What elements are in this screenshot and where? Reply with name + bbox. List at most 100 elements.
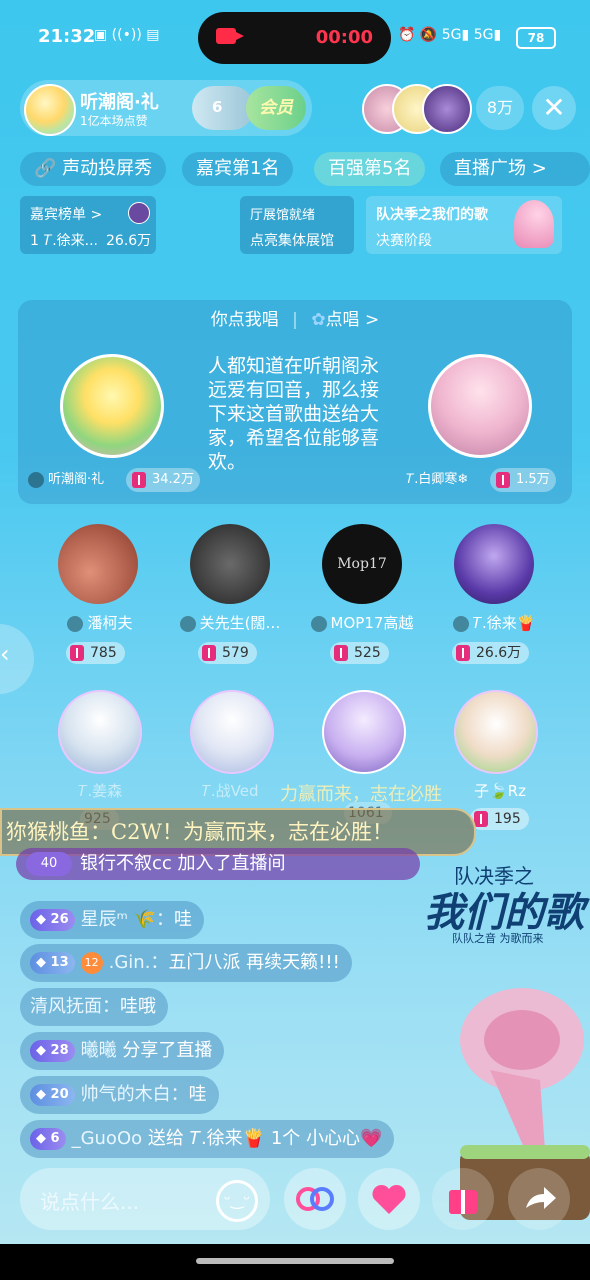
mic-seat-avatar[interactable] bbox=[190, 690, 274, 774]
mic-seat-name: MOP17高越 bbox=[302, 612, 422, 633]
level-badge: ◆ 26 bbox=[30, 909, 75, 931]
event-card[interactable]: 队决季之我们的歌 决赛阶段 bbox=[366, 196, 562, 254]
host-seat-avatar[interactable] bbox=[60, 354, 164, 458]
guest-rank-card[interactable]: 嘉宾榜单 > 1 𝑇.徐来... 26.6万 bbox=[20, 196, 156, 254]
fan-level-badge: 12 bbox=[80, 952, 103, 974]
screen-record-pill[interactable]: 00:00 bbox=[198, 12, 391, 64]
event-logo-sub: 队队之音 为歌而来 bbox=[452, 932, 544, 945]
chat-message[interactable]: ◆ 13 12 .Gin.：五门八派 再续天籁!!! bbox=[20, 944, 352, 982]
mic-seat-avatar[interactable] bbox=[58, 524, 138, 604]
level-badge: ◆ 6 bbox=[30, 1128, 66, 1150]
event-stage: 决赛阶段 bbox=[376, 233, 432, 249]
collapse-side-button[interactable]: ‹ bbox=[0, 624, 34, 694]
seat-name-text: 𝑇.徐来🍟 bbox=[472, 614, 536, 632]
host-seat-name: 听潮阁·礼 bbox=[48, 472, 105, 487]
music-icon: ✿ bbox=[311, 310, 326, 330]
song-request-header: 你点我唱 | ✿点唱 > bbox=[210, 310, 380, 330]
chat-text: 分享了直播 bbox=[116, 1040, 213, 1061]
singer-value-text: 1.5万 bbox=[516, 472, 550, 487]
mic-seat-name: 𝑇.徐来🍟 bbox=[434, 612, 554, 633]
seat-logo-text: Mop17 bbox=[337, 556, 387, 572]
mic-seat-avatar[interactable] bbox=[454, 524, 534, 604]
gift-icon bbox=[132, 471, 146, 488]
seat-name-text: 子🍃Rz bbox=[474, 782, 526, 800]
enter-text: 银行不叙cc 加入了直播间 bbox=[80, 853, 286, 874]
chat-username: _GuoOo bbox=[71, 1128, 143, 1149]
tab-top100-rank[interactable]: 百强第5名 bbox=[314, 152, 426, 186]
mic-seat-avatar[interactable] bbox=[190, 524, 270, 604]
gift-button[interactable] bbox=[432, 1168, 494, 1230]
event-title: 队决季之我们的歌 bbox=[376, 207, 488, 223]
tab-screen-show[interactable]: 🔗 声动投屏秀 bbox=[20, 152, 167, 186]
badge-text: 26 bbox=[50, 912, 69, 927]
chat-message[interactable]: 清风抚面：哇哦 bbox=[20, 988, 168, 1026]
seat-name-text: MOP17高越 bbox=[330, 614, 414, 632]
guest-rank-title: 嘉宾榜单 > bbox=[30, 207, 103, 223]
seat-value-text: 525 bbox=[354, 645, 381, 661]
chat-message[interactable]: ◆ 26 星辰ᵐ 🌾：哇 bbox=[20, 901, 204, 939]
mic-seat-avatar[interactable]: Mop17 bbox=[322, 524, 402, 604]
tab-label: 声动投屏秀 bbox=[62, 158, 153, 179]
mic-seat-value: 579 bbox=[198, 642, 257, 664]
chat-text: 哇哦 bbox=[120, 996, 156, 1017]
host-seat-name-row: 听潮阁·礼 bbox=[22, 468, 110, 492]
mic-seat-name: 关先生(闊… bbox=[170, 612, 290, 633]
fan-heart-badge[interactable]: 6 bbox=[192, 86, 254, 130]
mic-seat-name: 𝑇.姜森 bbox=[40, 780, 160, 801]
mic-seat-avatar[interactable] bbox=[454, 690, 538, 774]
link-mic-button[interactable] bbox=[284, 1168, 346, 1230]
like-button[interactable] bbox=[358, 1168, 420, 1230]
seat-name-text: 关先生(闊… bbox=[199, 614, 281, 632]
host-name: 听潮阁·礼 bbox=[80, 92, 159, 113]
host-info[interactable]: 听潮阁·礼 1亿本场点赞 6 会员 bbox=[20, 80, 312, 136]
share-button[interactable] bbox=[508, 1168, 570, 1230]
gift-icon bbox=[202, 645, 216, 661]
chat-message[interactable]: ◆ 20 帅气的木白：哇 bbox=[20, 1076, 219, 1114]
seat-value-text: 579 bbox=[222, 645, 249, 661]
viewer-avatar[interactable] bbox=[422, 84, 472, 134]
status-system-icons: ⏰ 🔕 5G▮ 5G▮ bbox=[398, 27, 502, 43]
user-level-badge: 40 bbox=[26, 852, 72, 876]
chat-username: 曦曦 bbox=[80, 1040, 117, 1061]
tab-live-plaza[interactable]: 直播广场 > bbox=[440, 152, 590, 186]
heart-icon bbox=[372, 1184, 406, 1214]
status-time: 21:32 bbox=[38, 26, 96, 47]
seat-value-text: 785 bbox=[90, 645, 117, 661]
close-icon[interactable]: ✕ bbox=[532, 86, 576, 130]
chat-message[interactable]: ◆ 28 曦曦 分享了直播 bbox=[20, 1032, 225, 1070]
hall-card[interactable]: 厅展馆就绪 点亮集体展馆 bbox=[240, 196, 354, 254]
emoji-icon[interactable]: ᵕ‿ᵕ bbox=[216, 1180, 258, 1222]
mic-seat-avatar[interactable] bbox=[322, 690, 406, 774]
sing-button[interactable]: ✿点唱 > bbox=[311, 310, 379, 330]
badge-text: 28 bbox=[50, 1043, 69, 1058]
status-bar: 21:32 ▣ ((•)) ▤ 00:00 ⏰ 🔕 5G▮ 5G▮ 78 bbox=[0, 0, 590, 74]
viewer-count[interactable]: 8万 bbox=[476, 86, 524, 130]
record-camera-icon bbox=[216, 28, 244, 44]
system-nav-bar bbox=[0, 1244, 590, 1280]
badge-text: 20 bbox=[50, 1087, 69, 1102]
gramophone-icon bbox=[514, 200, 554, 248]
signal-2: 5G bbox=[473, 27, 494, 43]
seat-name-text: 潘柯夫 bbox=[87, 614, 133, 632]
host-avatar[interactable] bbox=[24, 84, 76, 136]
chat-message[interactable]: ◆ 6 _GuoOo 送给 𝑇.徐来🍟 1个 小心心💗 bbox=[20, 1120, 395, 1158]
member-button[interactable]: 会员 bbox=[246, 86, 306, 130]
gift-icon bbox=[496, 471, 510, 488]
singer-name-row: 𝑇.白卿寒❄ bbox=[400, 468, 474, 492]
guest-rank-value: 26.6万 bbox=[106, 233, 152, 249]
mic-seat-name: 子🍃Rz bbox=[440, 780, 560, 801]
gift-icon bbox=[70, 645, 84, 661]
link-icon: 🔗 bbox=[34, 158, 57, 179]
chat-username: 帅气的木白： bbox=[80, 1084, 189, 1105]
home-indicator[interactable] bbox=[196, 1258, 394, 1264]
seat-name-text: 𝑇.战Ved bbox=[201, 782, 259, 800]
host-seat-value-text: 34.2万 bbox=[152, 472, 194, 487]
chat-text: 五门八派 再续天籁!!! bbox=[168, 952, 340, 973]
mic-seat-avatar[interactable] bbox=[58, 690, 142, 774]
comment-input[interactable]: 说点什么... ᵕ‿ᵕ bbox=[20, 1168, 270, 1230]
level-badge: ◆ 20 bbox=[30, 1084, 75, 1106]
tab-guest-rank[interactable]: 嘉宾第1名 bbox=[182, 152, 294, 186]
mic-icon bbox=[310, 615, 327, 632]
song-dedication-text: 人都知道在听朝阁永远爱有回音，那么接下来这首歌曲送给大家，希望各位能够喜欢。 bbox=[208, 355, 380, 473]
singer-avatar[interactable] bbox=[428, 354, 532, 458]
